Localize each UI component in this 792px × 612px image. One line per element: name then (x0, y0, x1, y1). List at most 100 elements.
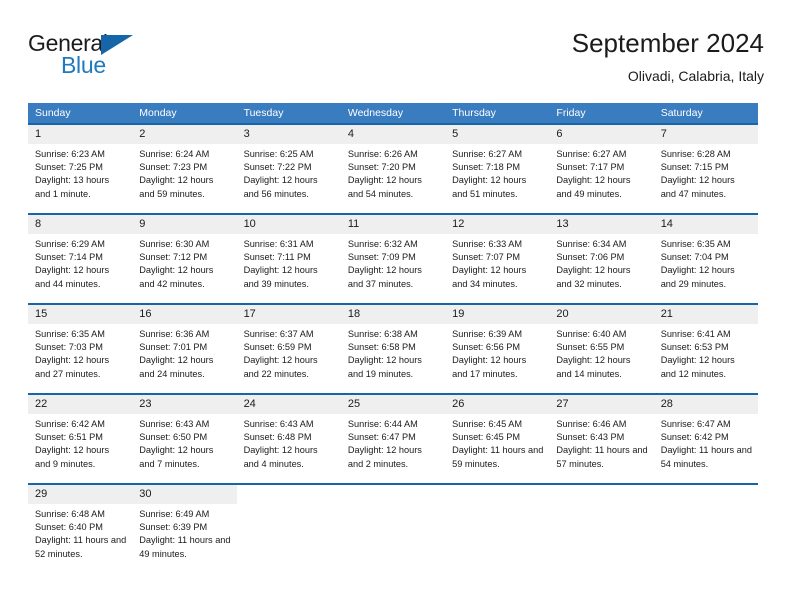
day-cell[interactable]: 3 Sunrise: 6:25 AM Sunset: 7:22 PM Daylight… (236, 123, 341, 213)
day-number: 19 (452, 308, 465, 320)
sunset-text: Sunset: 6:50 PM (139, 432, 208, 443)
day-info: Sunrise: 6:47 AM Sunset: 6:42 PM Daylight:… (654, 414, 758, 471)
day-info (237, 504, 341, 508)
daylight-text: Daylight: 11 hours and 59 minutes. (452, 445, 544, 469)
daylight-text: Daylight: 12 hours and 49 minutes. (556, 175, 631, 199)
day-number-band: 12 (445, 215, 550, 234)
sunrise-text: Sunrise: 6:49 AM (139, 509, 210, 519)
day-number-band: 8 (28, 215, 133, 234)
sunset-text: Sunset: 7:11 PM (243, 252, 311, 263)
day-cell[interactable]: 4 Sunrise: 6:26 AM Sunset: 7:20 PM Daylight… (340, 123, 446, 213)
day-cell[interactable]: 11 Sunrise: 6:32 AM Sunset: 7:09 PM Dayligh… (340, 213, 446, 303)
sunset-text: Sunset: 6:48 PM (243, 432, 312, 443)
day-info: Sunrise: 6:31 AM Sunset: 7:11 PM Daylight:… (237, 234, 341, 291)
day-cell[interactable]: 12 Sunrise: 6:33 AM Sunset: 7:07 PM Dayligh… (445, 213, 550, 303)
day-cell[interactable]: 10 Sunrise: 6:31 AM Sunset: 7:11 PM Dayligh… (236, 213, 341, 303)
sunset-text: Sunset: 6:39 PM (139, 522, 208, 533)
sunrise-text: Sunrise: 6:24 AM (139, 149, 210, 159)
day-number: 26 (452, 398, 465, 410)
day-info: Sunrise: 6:39 AM Sunset: 6:56 PM Daylight:… (445, 324, 549, 381)
week-row: 22 Sunrise: 6:42 AM Sunset: 6:51 PM Dayligh… (28, 393, 758, 483)
day-number: 5 (452, 128, 459, 140)
day-number: 20 (556, 308, 569, 320)
sunrise-text: Sunrise: 6:36 AM (139, 329, 210, 339)
day-cell[interactable]: 24 Sunrise: 6:43 AM Sunset: 6:48 PM Dayligh… (236, 393, 341, 483)
sunset-text: Sunset: 7:04 PM (660, 252, 729, 263)
day-number-band: 22 (28, 395, 133, 414)
day-cell[interactable]: 19 Sunrise: 6:39 AM Sunset: 6:56 PM Dayligh… (445, 303, 550, 393)
week-row: 8 Sunrise: 6:29 AM Sunset: 7:14 PM Daylight… (28, 213, 758, 303)
daylight-text: Daylight: 11 hours and 49 minutes. (139, 535, 231, 559)
day-cell-empty (236, 483, 341, 571)
day-cell[interactable]: 29 Sunrise: 6:48 AM Sunset: 6:40 PM Dayligh… (28, 483, 133, 571)
day-number: 25 (347, 398, 361, 410)
sunrise-text: Sunrise: 6:35 AM (35, 329, 105, 339)
day-cell[interactable]: 6 Sunrise: 6:27 AM Sunset: 7:17 PM Daylight… (549, 123, 654, 213)
weeks-container: 1 Sunrise: 6:23 AM Sunset: 7:25 PM Daylight… (28, 123, 758, 571)
day-number-band: 1 (28, 125, 133, 144)
title-block: September 2024 Olivadi, Calabria, Italy (572, 28, 764, 86)
day-cell[interactable]: 1 Sunrise: 6:23 AM Sunset: 7:25 PM Daylight… (28, 123, 133, 213)
day-number: 7 (660, 128, 667, 140)
weekday-header-tuesday: Tuesday (243, 107, 284, 119)
day-number: 11 (347, 218, 360, 230)
sunset-text: Sunset: 7:03 PM (35, 342, 103, 353)
sunrise-text: Sunrise: 6:42 AM (35, 419, 105, 429)
day-number-band: 16 (132, 305, 237, 324)
day-cell[interactable]: 17 Sunrise: 6:37 AM Sunset: 6:59 PM Dayligh… (236, 303, 341, 393)
sunset-text: Sunset: 7:09 PM (347, 252, 416, 263)
day-cell[interactable]: 23 Sunrise: 6:43 AM Sunset: 6:50 PM Dayligh… (132, 393, 237, 483)
day-cell[interactable]: 21 Sunrise: 6:41 AM Sunset: 6:53 PM Dayligh… (653, 303, 758, 393)
page-title: September 2024 (571, 28, 764, 58)
day-info: Sunrise: 6:40 AM Sunset: 6:55 PM Daylight:… (549, 324, 653, 381)
day-cell[interactable]: 25 Sunrise: 6:44 AM Sunset: 6:47 PM Dayligh… (340, 393, 446, 483)
sunrise-text: Sunrise: 6:43 AM (243, 419, 314, 429)
day-cell[interactable]: 8 Sunrise: 6:29 AM Sunset: 7:14 PM Daylight… (28, 213, 133, 303)
day-number: 13 (556, 218, 569, 230)
day-cell[interactable]: 26 Sunrise: 6:45 AM Sunset: 6:45 PM Dayligh… (445, 393, 550, 483)
day-cell[interactable]: 15 Sunrise: 6:35 AM Sunset: 7:03 PM Dayligh… (28, 303, 133, 393)
sunrise-text: Sunrise: 6:28 AM (660, 149, 731, 159)
day-cell[interactable]: 14 Sunrise: 6:35 AM Sunset: 7:04 PM Dayligh… (653, 213, 758, 303)
day-cell[interactable]: 7 Sunrise: 6:28 AM Sunset: 7:15 PM Daylight… (653, 123, 758, 213)
day-number-band: 23 (132, 395, 237, 414)
day-number: 29 (35, 488, 48, 500)
daylight-text: Daylight: 12 hours and 19 minutes. (347, 355, 422, 379)
day-info: Sunrise: 6:48 AM Sunset: 6:40 PM Daylight:… (28, 504, 132, 561)
weekday-header-wednesday: Wednesday (347, 107, 404, 119)
sunrise-text: Sunrise: 6:43 AM (139, 419, 210, 429)
day-number-band: 28 (653, 395, 758, 414)
weekday-header-saturday: Saturday (660, 107, 703, 119)
day-cell[interactable]: 2 Sunrise: 6:24 AM Sunset: 7:23 PM Daylight… (132, 123, 237, 213)
sunset-text: Sunset: 6:58 PM (347, 342, 416, 353)
brand-logo[interactable]: General Blue (28, 32, 208, 90)
day-number: 3 (243, 128, 250, 140)
day-cell[interactable]: 5 Sunrise: 6:27 AM Sunset: 7:18 PM Daylight… (445, 123, 550, 213)
week-row: 1 Sunrise: 6:23 AM Sunset: 7:25 PM Daylight… (28, 123, 758, 213)
sunrise-text: Sunrise: 6:25 AM (243, 149, 314, 159)
day-cell[interactable]: 28 Sunrise: 6:47 AM Sunset: 6:42 PM Dayligh… (653, 393, 758, 483)
day-number: 27 (556, 398, 569, 410)
weekday-header-thursday: Thursday (452, 107, 496, 119)
day-cell[interactable]: 22 Sunrise: 6:42 AM Sunset: 6:51 PM Dayligh… (28, 393, 133, 483)
day-info: Sunrise: 6:27 AM Sunset: 7:18 PM Daylight:… (445, 144, 549, 201)
day-cell[interactable]: 20 Sunrise: 6:40 AM Sunset: 6:55 PM Dayligh… (549, 303, 654, 393)
day-cell[interactable]: 18 Sunrise: 6:38 AM Sunset: 6:58 PM Dayligh… (340, 303, 446, 393)
day-info: Sunrise: 6:45 AM Sunset: 6:45 PM Daylight:… (445, 414, 549, 471)
day-cell[interactable]: 13 Sunrise: 6:34 AM Sunset: 7:06 PM Dayligh… (549, 213, 654, 303)
weekday-header-monday: Monday (139, 107, 177, 119)
daylight-text: Daylight: 12 hours and 34 minutes. (452, 265, 527, 289)
day-info: Sunrise: 6:33 AM Sunset: 7:07 PM Daylight:… (445, 234, 549, 291)
day-cell[interactable]: 16 Sunrise: 6:36 AM Sunset: 7:01 PM Dayligh… (132, 303, 237, 393)
daylight-text: Daylight: 12 hours and 51 minutes. (452, 175, 527, 199)
sunset-text: Sunset: 6:40 PM (35, 522, 103, 533)
daylight-text: Daylight: 12 hours and 47 minutes. (660, 175, 735, 199)
day-cell[interactable]: 27 Sunrise: 6:46 AM Sunset: 6:43 PM Dayligh… (549, 393, 654, 483)
day-number-band (445, 485, 549, 504)
sunset-text: Sunset: 7:07 PM (452, 252, 521, 263)
daylight-text: Daylight: 12 hours and 59 minutes. (139, 175, 214, 199)
day-cell[interactable]: 9 Sunrise: 6:30 AM Sunset: 7:12 PM Daylight… (132, 213, 237, 303)
day-cell[interactable]: 30 Sunrise: 6:49 AM Sunset: 6:39 PM Dayligh… (132, 483, 237, 571)
day-number: 2 (139, 128, 146, 140)
weekday-header-row: Sunday Monday Tuesday Wednesday Thursday… (28, 103, 758, 123)
